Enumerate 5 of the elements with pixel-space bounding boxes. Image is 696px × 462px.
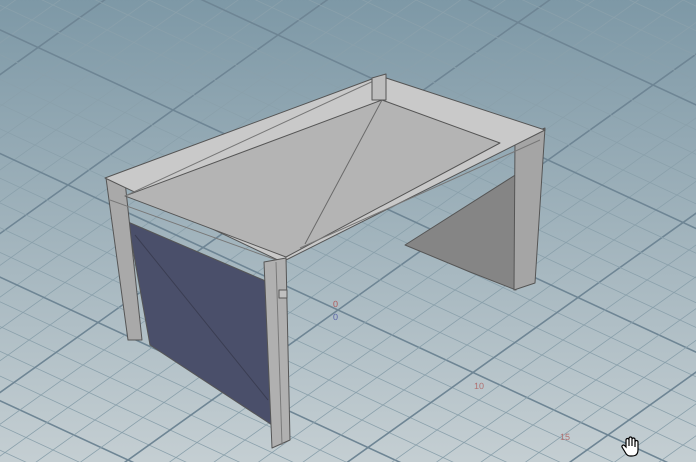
grid-label: 0 [333, 299, 338, 309]
grid-label: 0 [333, 312, 338, 322]
grid-label: 15 [560, 432, 570, 442]
grid-label: 10 [474, 381, 484, 391]
hand-cursor-icon [621, 436, 639, 457]
